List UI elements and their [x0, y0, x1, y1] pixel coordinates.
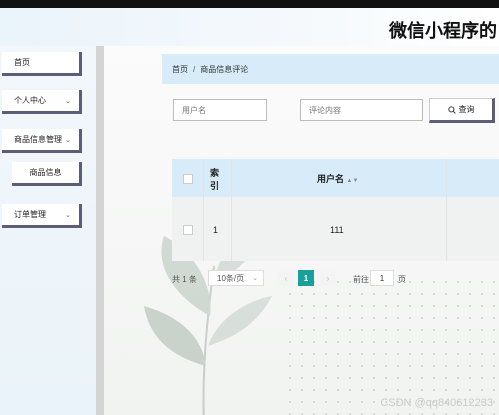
site-title: 微信小程序的 [389, 21, 497, 41]
sidebar-item-home[interactable]: 首页 [2, 52, 82, 76]
sidebar-item-label: 首页 [14, 58, 30, 67]
goto-label: 前往 [353, 275, 369, 284]
username-header-label: 用户名 [317, 174, 345, 184]
page-size-value: 10条/页 [217, 273, 245, 283]
sidebar-item-product-info-management[interactable]: 商品信息管理 ⌄ [2, 129, 82, 153]
chevron-down-icon: ⌄ [65, 137, 71, 144]
search-button[interactable]: 查询 [429, 98, 495, 123]
sidebar-item-personal-center[interactable]: 个人中心 ⌄ [2, 90, 82, 114]
row-username: 111 [330, 225, 344, 235]
sidebar-item-label: 个人中心 [14, 96, 46, 105]
sidebar-item-order-management[interactable]: 订单管理 ⌄ [2, 204, 82, 228]
sidebar-item-label: 商品信息 [29, 168, 62, 177]
sidebar-scrollbar[interactable] [96, 46, 104, 415]
index-header-top: 索 [210, 168, 220, 178]
previous-page-button[interactable]: ‹ [278, 270, 294, 286]
chevron-down-icon: ⌄ [65, 98, 71, 105]
search-icon [447, 105, 456, 114]
chevron-left-icon: ‹ [284, 273, 288, 283]
column-divider [231, 159, 232, 197]
next-page-button[interactable]: › [320, 270, 336, 286]
column-divider [231, 197, 232, 261]
goto-page-input[interactable] [370, 270, 394, 286]
row-index: 1 [213, 225, 219, 235]
column-divider [446, 159, 447, 197]
csdn-watermark: CSDN @qq840612233 [380, 397, 493, 409]
main-content: 首页 / 商品信息评论 查询 索 引 用户名 ▲▼ 1 [104, 46, 499, 415]
index-header-bottom: 引 [210, 181, 220, 191]
sidebar-item-label: 订单管理 [14, 210, 46, 219]
row-checkbox[interactable] [183, 225, 193, 235]
dot-pattern-decoration [284, 276, 499, 415]
comment-search-input[interactable] [300, 99, 423, 121]
table-row[interactable]: 1 111 [172, 197, 499, 261]
sidebar-item-product-info[interactable]: 商品信息 [12, 162, 82, 186]
chevron-down-icon: ⌄ [65, 212, 71, 219]
app-header: 微信小程序的 [0, 8, 499, 46]
column-divider [203, 197, 204, 261]
column-divider [446, 197, 447, 261]
goto-unit: 页 [398, 275, 406, 284]
window-top-bar [0, 0, 499, 8]
column-divider [203, 159, 204, 197]
sidebar-item-label: 商品信息管理 [14, 135, 62, 144]
search-button-label: 查询 [458, 105, 475, 114]
page-number-button[interactable]: 1 [298, 270, 314, 286]
sort-icon[interactable]: ▲▼ [347, 178, 359, 184]
sidebar: 首页 个人中心 ⌄ 商品信息管理 ⌄ 商品信息 订单管理 ⌄ [0, 46, 96, 415]
pagination-total: 共 1 条 [172, 275, 197, 284]
breadcrumb-current: 商品信息评论 [200, 64, 249, 74]
breadcrumb-separator: / [193, 64, 196, 74]
chevron-down-icon: ⌄ [252, 275, 258, 282]
breadcrumb-home[interactable]: 首页 [172, 64, 188, 75]
username-search-input[interactable] [173, 99, 267, 121]
page-size-select[interactable]: 10条/页 ⌄ [208, 270, 264, 286]
chevron-right-icon: › [326, 273, 330, 283]
username-header[interactable]: 用户名 ▲▼ [317, 172, 358, 185]
select-all-checkbox[interactable] [183, 174, 193, 184]
table-header: 索 引 用户名 ▲▼ [172, 159, 499, 197]
breadcrumb: 首页 / 商品信息评论 [162, 54, 499, 84]
